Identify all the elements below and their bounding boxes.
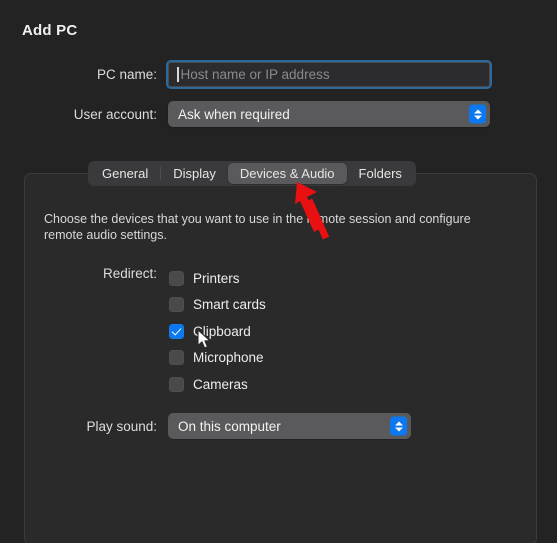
chevron-up-down-icon[interactable] xyxy=(469,104,486,124)
play-sound-value: On this computer xyxy=(178,418,281,434)
panel-description: Choose the devices that you want to use … xyxy=(44,212,471,242)
chevron-down-glyph xyxy=(473,115,482,119)
pc-name-input-wrapper[interactable]: Host name or IP address xyxy=(166,60,492,89)
checkbox-smart-cards[interactable] xyxy=(169,297,184,313)
play-sound-label: Play sound: xyxy=(86,418,157,434)
checkbox-row-smart-cards[interactable]: Smart cards xyxy=(169,292,266,319)
checkbox-label-clipboard: Clipboard xyxy=(193,323,251,339)
checkbox-label-smart-cards: Smart cards xyxy=(193,297,266,313)
tab-folders[interactable]: Folders xyxy=(347,163,414,184)
chevron-down-glyph xyxy=(394,427,403,431)
pc-name-input[interactable]: Host name or IP address xyxy=(168,62,490,87)
checkbox-label-printers: Printers xyxy=(193,270,240,286)
user-account-row: User account: Ask when required xyxy=(0,101,557,127)
pc-name-label: PC name: xyxy=(96,67,157,82)
checkbox-cameras[interactable] xyxy=(169,376,184,392)
checkbox-row-clipboard[interactable]: Clipboard xyxy=(169,318,266,345)
chevron-up-glyph xyxy=(394,421,403,425)
user-account-select[interactable]: Ask when required xyxy=(168,101,490,127)
chevron-up-down-icon[interactable] xyxy=(390,416,407,436)
redirect-label: Redirect: xyxy=(102,266,157,281)
tab-devices-and-audio[interactable]: Devices & Audio xyxy=(227,163,347,184)
checkbox-row-microphone[interactable]: Microphone xyxy=(169,345,266,372)
play-sound-row: Play sound: On this computer xyxy=(0,413,557,439)
pc-name-placeholder: Host name or IP address xyxy=(180,67,330,82)
tab-bar: General Display Devices & Audio Folders xyxy=(88,161,416,186)
tab-general[interactable]: General xyxy=(90,163,160,184)
user-account-value: Ask when required xyxy=(178,106,290,122)
redirect-checkbox-list: Printers Smart cards Clipboard Microphon… xyxy=(169,265,266,398)
checkbox-row-printers[interactable]: Printers xyxy=(169,265,266,292)
chevron-up-glyph xyxy=(473,109,482,113)
pc-name-row: PC name: Host name or IP address xyxy=(0,60,557,89)
tab-display[interactable]: Display xyxy=(161,163,228,184)
play-sound-select[interactable]: On this computer xyxy=(168,413,411,439)
text-caret xyxy=(177,67,179,82)
checkbox-row-cameras[interactable]: Cameras xyxy=(169,371,266,398)
checkbox-label-cameras: Cameras xyxy=(193,376,248,392)
checkbox-printers[interactable] xyxy=(169,270,184,286)
checkbox-clipboard[interactable] xyxy=(169,323,184,339)
user-account-label: User account: xyxy=(73,106,157,122)
checkbox-microphone[interactable] xyxy=(169,350,184,366)
checkbox-label-microphone: Microphone xyxy=(193,350,264,366)
page-title: Add PC xyxy=(22,22,78,39)
